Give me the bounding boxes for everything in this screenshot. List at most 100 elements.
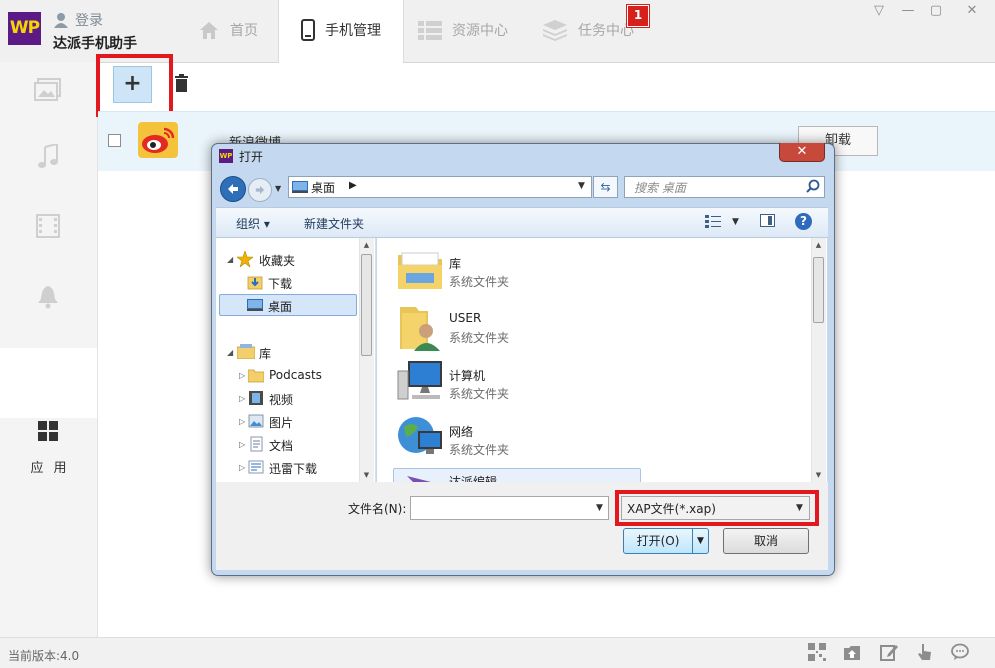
minimize-button[interactable]: — xyxy=(898,3,918,19)
sidebar-item-music[interactable] xyxy=(28,137,68,177)
back-arrow-icon xyxy=(228,184,238,194)
app-shortcut-icon xyxy=(407,476,431,482)
login-label: 登录 xyxy=(75,13,103,29)
pictures-library-icon xyxy=(248,414,264,428)
refresh-button[interactable]: ⇆ xyxy=(593,176,618,198)
search-icon[interactable] xyxy=(806,179,820,193)
highlight-box-add xyxy=(96,54,173,117)
menu-dropdown-button[interactable]: ▽ xyxy=(869,3,889,19)
tree-documents[interactable]: 文档 xyxy=(269,437,293,454)
scroll-down-icon[interactable]: ▼ xyxy=(359,471,374,479)
network-icon xyxy=(398,417,442,454)
dialog-close-button[interactable]: ✕ xyxy=(779,143,825,162)
tree-favorites[interactable]: 收藏夹 xyxy=(259,252,295,269)
dialog-title: 打开 xyxy=(239,150,264,164)
tree-thunder-downloads[interactable]: 迅雷下载 xyxy=(269,460,317,477)
phone-icon xyxy=(301,19,315,41)
tree-downloads[interactable]: 下载 xyxy=(268,275,292,292)
video-icon xyxy=(36,214,60,238)
tab-home[interactable]: 首页 xyxy=(198,0,278,62)
highlight-box-filetype xyxy=(615,490,819,526)
file-name: 网络 xyxy=(449,425,474,439)
photos-icon xyxy=(34,78,61,101)
edit-icon[interactable] xyxy=(880,643,898,661)
library-folder-icon xyxy=(398,252,442,289)
breadcrumb-arrow-icon[interactable]: ▶ xyxy=(349,180,357,191)
tree-podcasts[interactable]: Podcasts xyxy=(269,368,322,382)
file-name: 达派编辑 xyxy=(449,475,498,482)
tree-collapse-icon[interactable]: ▷ xyxy=(239,440,245,449)
qrcode-icon[interactable] xyxy=(808,643,826,661)
file-list-scroll-thumb[interactable] xyxy=(813,257,824,323)
forward-arrow-icon xyxy=(255,185,265,195)
view-dropdown-icon[interactable]: ▼ xyxy=(732,217,739,227)
hand-pointer-icon[interactable] xyxy=(916,643,934,661)
tree-collapse-icon[interactable]: ▷ xyxy=(239,463,245,472)
history-dropdown-icon[interactable]: ▼ xyxy=(275,184,285,194)
chat-icon[interactable] xyxy=(951,643,969,661)
file-item[interactable] xyxy=(396,413,444,462)
desktop-icon xyxy=(247,299,263,311)
tree-videos[interactable]: 视频 xyxy=(269,391,293,408)
computer-icon xyxy=(397,361,442,400)
maximize-button[interactable]: ▢ xyxy=(926,3,946,19)
scroll-up-icon[interactable]: ▲ xyxy=(811,241,826,249)
row-checkbox[interactable] xyxy=(108,134,121,147)
tree-pictures[interactable]: 图片 xyxy=(269,414,293,431)
file-item-icon-partial xyxy=(405,474,433,482)
upload-icon[interactable] xyxy=(843,643,861,661)
refresh-icon: ⇆ xyxy=(600,180,611,194)
downloads-folder-icon xyxy=(247,276,263,290)
open-options-button[interactable]: ▼ xyxy=(692,528,709,554)
app-logo: WP xyxy=(8,12,41,45)
open-button[interactable]: 打开(O) xyxy=(623,528,693,554)
organize-menu[interactable]: 组织 ▾ xyxy=(236,215,270,232)
filename-input[interactable] xyxy=(410,496,609,520)
tab-phone-label: 手机管理 xyxy=(325,23,381,39)
tree-expand-icon[interactable]: ◢ xyxy=(227,255,233,264)
login-link[interactable]: 登录 xyxy=(53,10,103,30)
filename-label: 文件名(N): xyxy=(348,502,407,516)
forward-button[interactable] xyxy=(248,178,272,202)
chevron-down-icon: ▼ xyxy=(697,536,704,546)
tab-resources[interactable]: 资源中心 xyxy=(418,0,528,62)
sidebar-apps-label: 应用 xyxy=(30,461,77,476)
file-item[interactable] xyxy=(396,301,444,354)
tree-collapse-icon[interactable]: ▷ xyxy=(239,394,245,403)
help-icon[interactable]: ? xyxy=(795,213,812,230)
user-icon xyxy=(54,13,68,28)
new-folder-button[interactable]: 新建文件夹 xyxy=(304,215,364,232)
sidebar-item-apps[interactable] xyxy=(0,348,97,418)
home-icon xyxy=(200,22,218,39)
thunder-download-icon xyxy=(248,460,264,474)
tree-desktop[interactable]: 桌面 xyxy=(268,298,292,315)
tree-expand-icon[interactable]: ◢ xyxy=(227,348,233,357)
layers-icon xyxy=(543,20,567,41)
file-item[interactable] xyxy=(396,357,444,406)
scroll-down-icon[interactable]: ▼ xyxy=(811,471,826,479)
sidebar-item-photos[interactable] xyxy=(28,70,68,110)
back-button[interactable] xyxy=(220,176,246,202)
filename-dropdown-icon[interactable]: ▼ xyxy=(596,503,603,513)
tree-libraries[interactable]: 库 xyxy=(259,345,271,362)
file-name: 计算机 xyxy=(449,369,486,383)
preview-pane-icon[interactable] xyxy=(760,214,775,227)
sidebar-item-video[interactable] xyxy=(28,206,68,246)
scroll-up-icon[interactable]: ▲ xyxy=(359,241,374,249)
nav-pane-scroll-thumb[interactable] xyxy=(361,254,372,356)
view-options-icon[interactable] xyxy=(705,215,723,229)
sidebar-item-ringtones[interactable] xyxy=(28,277,68,317)
user-folder-icon xyxy=(400,307,440,351)
app-title: 达派手机助手 xyxy=(53,36,137,52)
cancel-button[interactable]: 取消 xyxy=(723,528,809,554)
file-item[interactable] xyxy=(396,245,444,296)
address-dropdown-icon[interactable]: ▼ xyxy=(578,181,585,191)
delete-button[interactable] xyxy=(175,74,188,95)
close-button[interactable]: ✕ xyxy=(962,3,982,19)
tree-collapse-icon[interactable]: ▷ xyxy=(239,417,245,426)
tree-collapse-icon[interactable]: ▷ xyxy=(239,371,245,380)
star-icon xyxy=(237,251,253,267)
tab-phone-manage[interactable]: 手机管理 xyxy=(278,0,404,63)
apps-icon xyxy=(38,421,58,441)
dialog-app-icon: WP xyxy=(219,149,233,163)
